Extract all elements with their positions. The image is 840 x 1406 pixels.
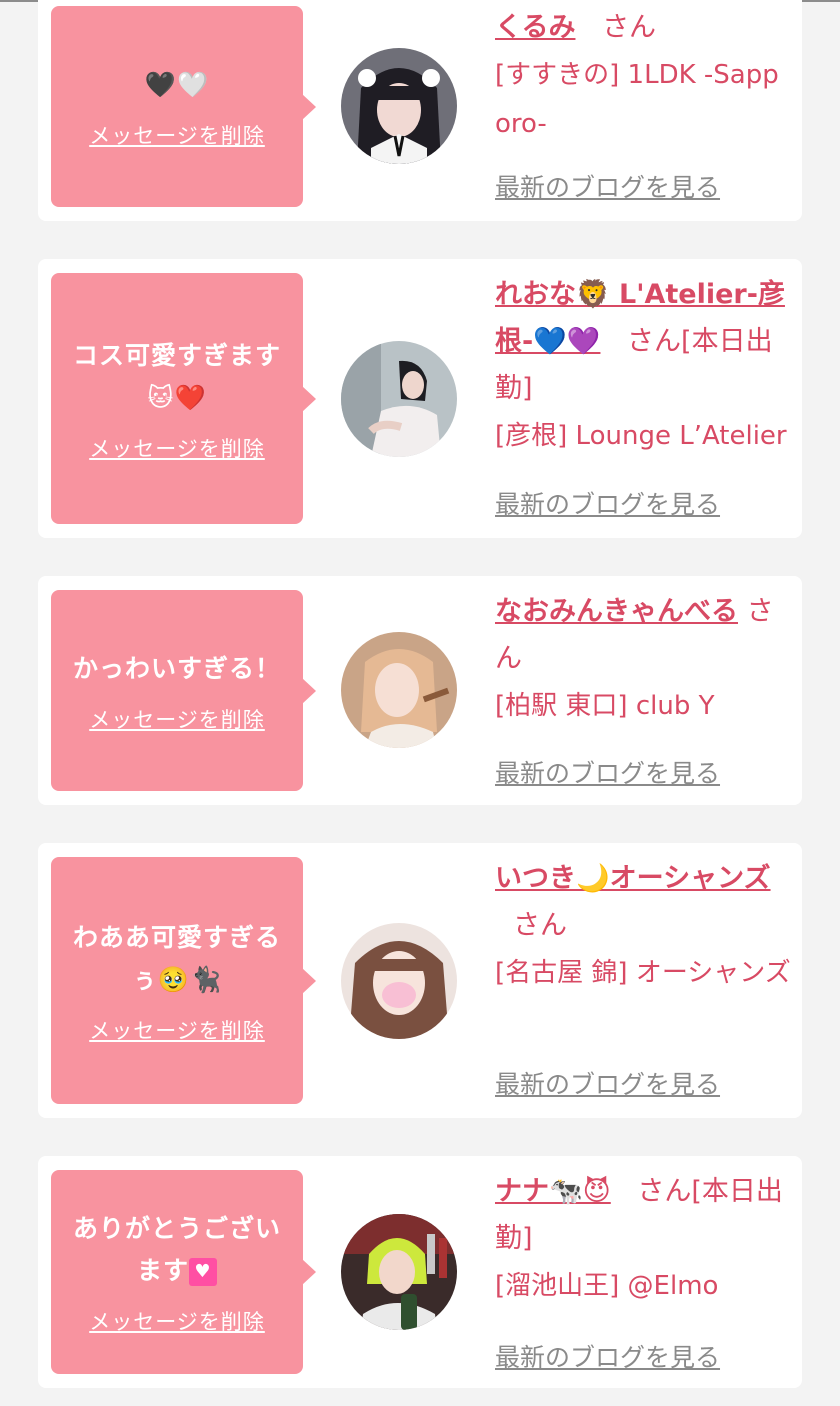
cast-name-link[interactable]: なおみんきゃんべる bbox=[495, 596, 738, 627]
heart-box-icon: ♥ bbox=[189, 1258, 217, 1286]
delete-message-link[interactable]: メッセージを削除 bbox=[89, 433, 265, 463]
latest-blog-link[interactable]: 最新のブログを見る bbox=[495, 754, 720, 790]
message-card: コス可愛すぎます🐱❤️ メッセージを削除 れおな🦁 L'Atelier-彦根-💙… bbox=[38, 259, 802, 538]
cast-info: ナナ🐄😈 さん[本日出勤] [溜池山王] @Elmo bbox=[495, 1168, 791, 1311]
latest-blog-link[interactable]: 最新のブログを見る bbox=[495, 1338, 720, 1374]
shop-label: [彦根] Lounge L’Atelier bbox=[495, 421, 787, 451]
cast-name-link[interactable]: いつき🌙オーシャンズ bbox=[495, 863, 771, 894]
message-bubble: かっわいすぎる！ メッセージを削除 bbox=[51, 590, 316, 791]
delete-message-link[interactable]: メッセージを削除 bbox=[89, 120, 265, 150]
latest-blog-link[interactable]: 最新のブログを見る bbox=[495, 168, 720, 204]
cast-info: れおな🦁 L'Atelier-彦根-💙💜 さん[本日出勤] [彦根] Loung… bbox=[495, 271, 791, 461]
avatar[interactable] bbox=[341, 632, 457, 748]
cast-info: くるみ さん [すすきの] 1LDK -Sapporo- bbox=[495, 4, 791, 149]
cast-name-link[interactable]: ナナ🐄😈 bbox=[495, 1176, 611, 1207]
shop-label: [すすきの] 1LDK -Sapporo- bbox=[495, 60, 779, 139]
cast-name-link[interactable]: くるみ bbox=[495, 12, 575, 43]
avatar[interactable] bbox=[341, 341, 457, 457]
avatar[interactable] bbox=[341, 48, 457, 164]
message-card: ありがとうござい ます ♥ メッセージを削除 ナナ🐄😈 さん[本日出勤] [溜池山王… bbox=[38, 1156, 802, 1388]
message-bubble: ありがとうござい ます ♥ メッセージを削除 bbox=[51, 1170, 316, 1374]
message-text: かっわいすぎる！ bbox=[72, 653, 281, 683]
message-card: 🖤🤍 メッセージを削除 くるみ さん [すすきの] 1LDK -Sapporo-… bbox=[38, 0, 802, 221]
delete-message-link[interactable]: メッセージを削除 bbox=[89, 1306, 265, 1336]
latest-blog-link[interactable]: 最新のブログを見る bbox=[495, 1065, 720, 1101]
message-text: わああ可愛すぎるぅ🥹🐈‍⬛ bbox=[72, 922, 281, 994]
cast-info: いつき🌙オーシャンズ さん [名古屋 錦] オーシャンズ bbox=[495, 855, 791, 998]
latest-blog-link[interactable]: 最新のブログを見る bbox=[495, 485, 720, 521]
message-card: かっわいすぎる！ メッセージを削除 なおみんきゃんべる さん [柏駅 東口] c… bbox=[38, 576, 802, 805]
shop-label: [名古屋 錦] オーシャンズ bbox=[495, 958, 791, 988]
delete-message-link[interactable]: メッセージを削除 bbox=[89, 1015, 265, 1045]
shop-label: [柏駅 東口] club Y bbox=[495, 691, 715, 721]
delete-message-link[interactable]: メッセージを削除 bbox=[89, 704, 265, 734]
message-bubble: わああ可愛すぎるぅ🥹🐈‍⬛ メッセージを削除 bbox=[51, 857, 316, 1104]
message-bubble: 🖤🤍 メッセージを削除 bbox=[51, 6, 316, 207]
message-text: 🖤🤍 bbox=[144, 69, 210, 99]
avatar[interactable] bbox=[341, 923, 457, 1039]
message-text: コス可愛すぎます🐱❤️ bbox=[72, 340, 281, 412]
avatar[interactable] bbox=[341, 1214, 457, 1330]
message-text: ありがとうござい ます ♥ bbox=[72, 1214, 281, 1286]
honorific: さん bbox=[513, 910, 567, 941]
message-bubble: コス可愛すぎます🐱❤️ メッセージを削除 bbox=[51, 273, 316, 524]
honorific: さん bbox=[602, 12, 657, 43]
message-card: わああ可愛すぎるぅ🥹🐈‍⬛ メッセージを削除 いつき🌙オーシャンズ さん [名古… bbox=[38, 843, 802, 1118]
cast-info: なおみんきゃんべる さん [柏駅 東口] club Y bbox=[495, 588, 791, 731]
shop-label: [溜池山王] @Elmo bbox=[495, 1271, 719, 1301]
